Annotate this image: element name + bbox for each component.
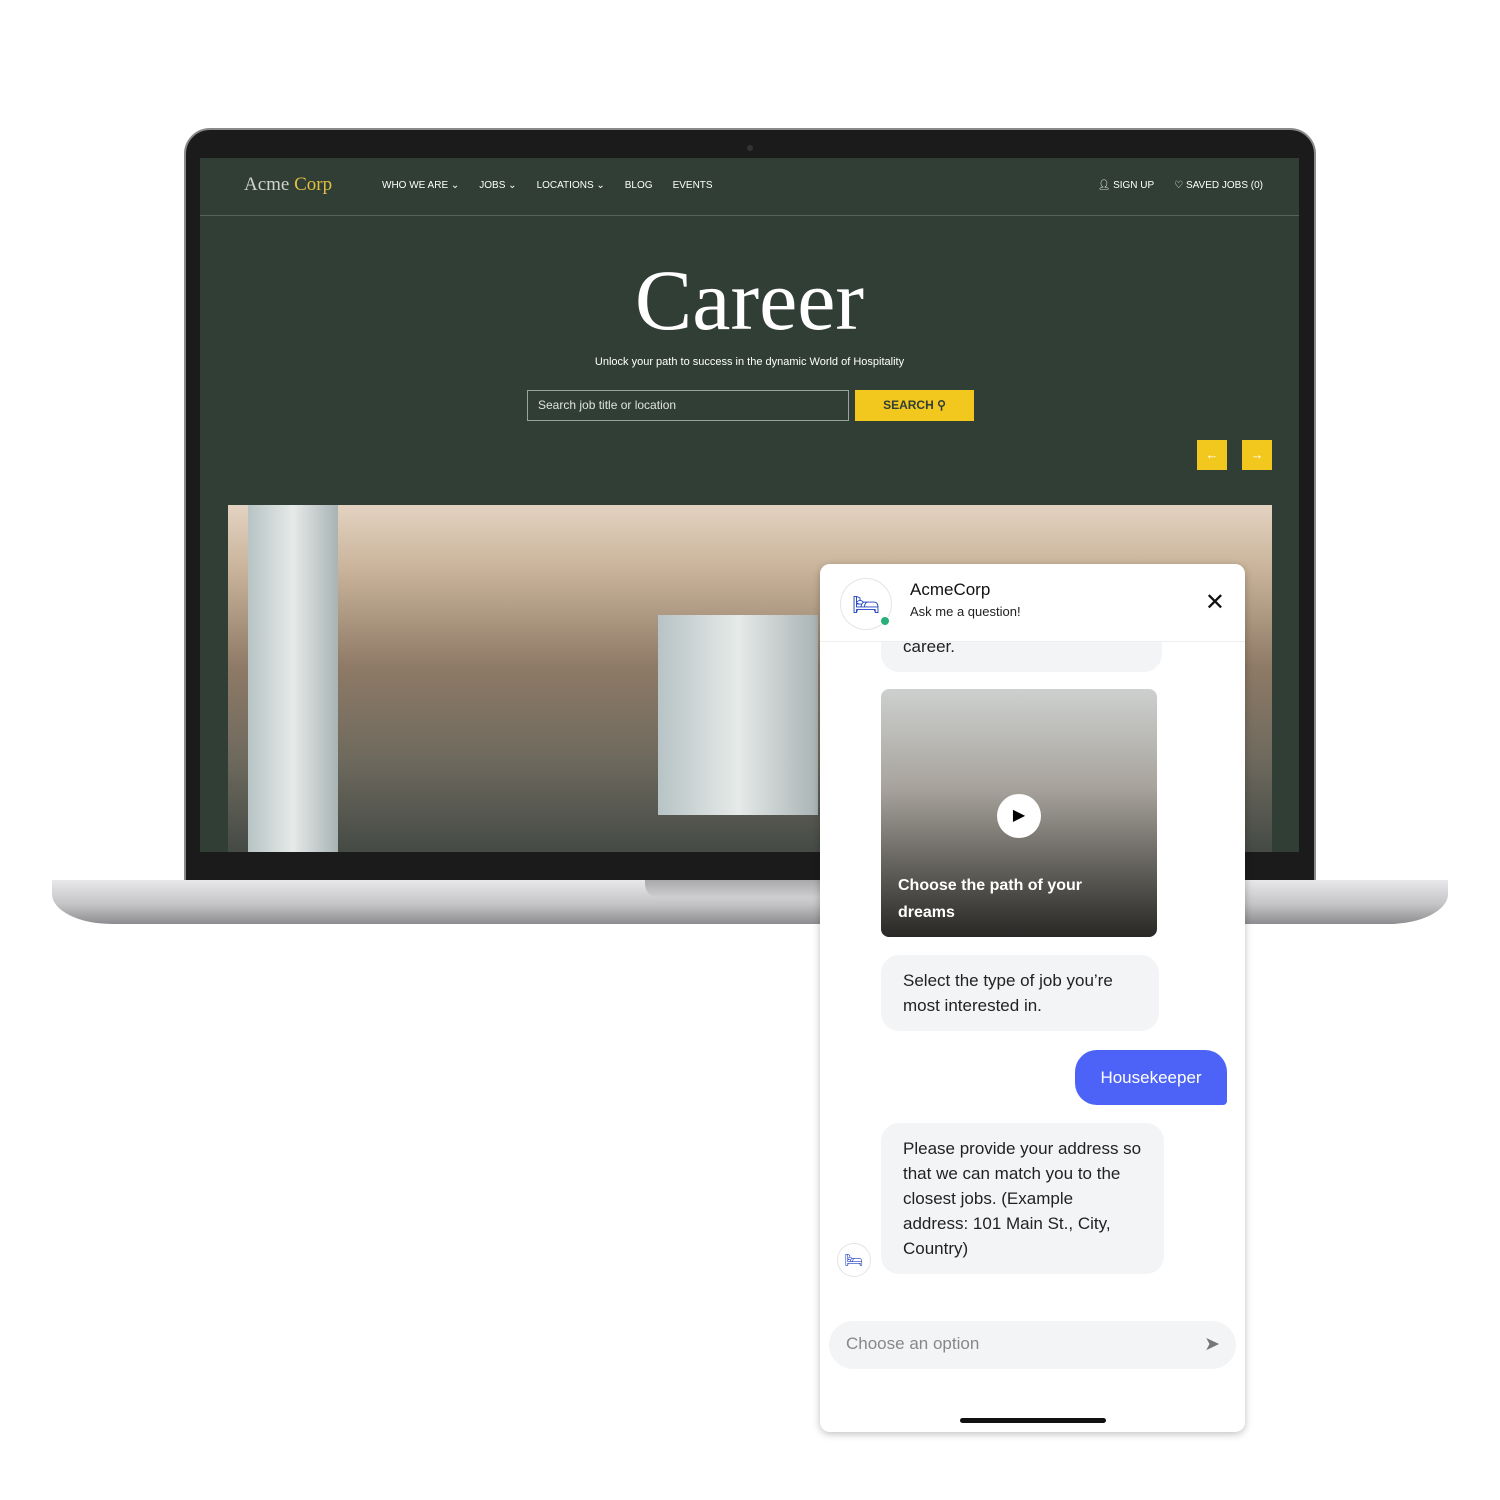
chat-widget: 🛏︎ AcmeCorp Ask me a question! ✕ career.…: [820, 564, 1245, 1432]
subtitle: Unlock your path to success in the dynam…: [594, 356, 905, 368]
saved-jobs-link[interactable]: ♡ SAVED JOBS (0): [1174, 180, 1263, 191]
nav-blog[interactable]: BLOG: [625, 180, 653, 191]
chat-name: AcmeCorp: [910, 580, 991, 599]
search-input[interactable]: Search job title or location: [527, 390, 849, 421]
home-indicator: [960, 1418, 1106, 1423]
user-icon: 👤︎: [1097, 180, 1114, 191]
bot-message: Please provide your address so that we c…: [881, 1123, 1164, 1274]
chat-header: 🛏︎ AcmeCorp Ask me a question! ✕: [820, 564, 1245, 642]
send-icon[interactable]: ➤: [1204, 1333, 1220, 1356]
page-title: Career: [634, 252, 865, 348]
heart-icon: ♡: [1174, 180, 1186, 191]
nav-locations[interactable]: LOCATIONS ⌄: [537, 180, 605, 191]
nav-events[interactable]: EVENTS: [673, 180, 713, 191]
nav-who-we-are[interactable]: WHO WE ARE ⌄: [382, 180, 459, 191]
bot-avatar-icon: 🛏︎: [837, 1243, 871, 1277]
bot-message: Select the type of job you’re most inter…: [881, 955, 1159, 1031]
chat-status: Ask me a question!: [910, 604, 1021, 619]
search-icon: ⚲: [937, 398, 946, 412]
logo[interactable]: Acme Corp: [244, 174, 332, 196]
top-nav: Acme Corp WHO WE ARE ⌄ JOBS ⌄ LOCATIONS …: [200, 158, 1299, 216]
user-message: Housekeeper: [1075, 1050, 1227, 1105]
close-icon[interactable]: ✕: [1205, 588, 1225, 617]
sign-up-link[interactable]: 👤︎ SIGN UP: [1098, 180, 1155, 191]
play-icon[interactable]: ▶: [997, 794, 1041, 838]
nav-jobs[interactable]: JOBS ⌄: [479, 180, 516, 191]
next-arrow-button[interactable]: →: [1242, 440, 1272, 470]
camera: [747, 145, 753, 151]
video-card[interactable]: ▶ Choose the path of your dreams: [881, 689, 1157, 937]
search-button[interactable]: SEARCH ⚲: [855, 390, 974, 421]
online-indicator: [880, 616, 890, 626]
chat-input[interactable]: Choose an option ➤: [829, 1321, 1236, 1369]
prev-arrow-button[interactable]: ←: [1197, 440, 1227, 470]
